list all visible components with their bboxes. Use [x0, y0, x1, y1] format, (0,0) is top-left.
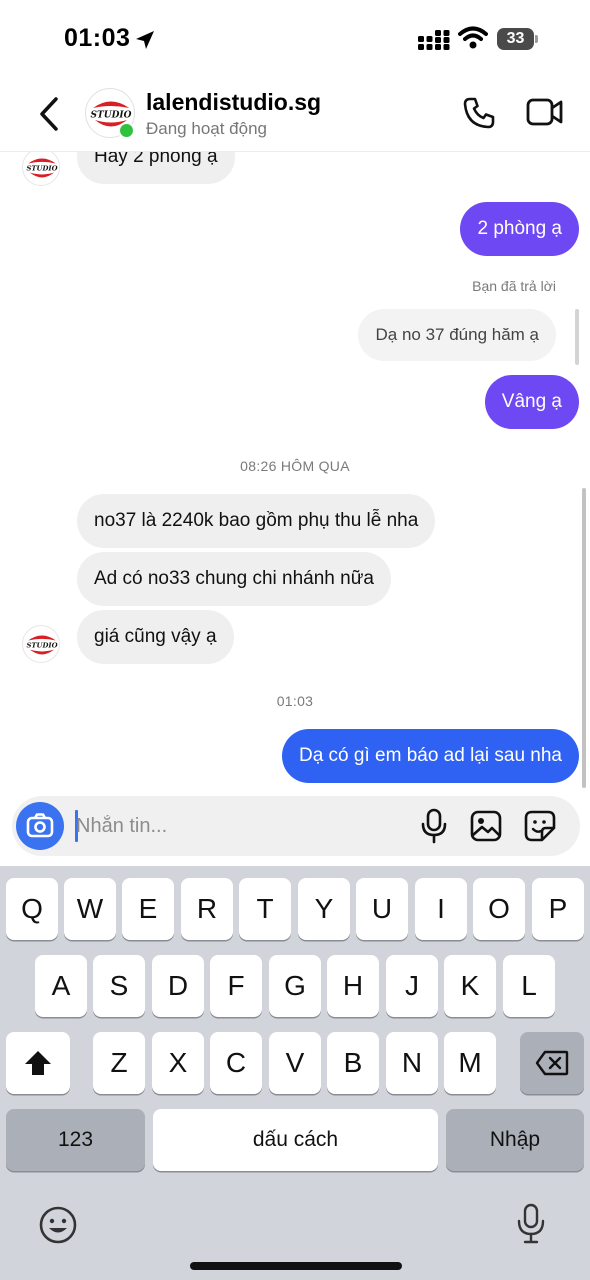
camera-icon: [26, 813, 54, 838]
numbers-key[interactable]: 123: [6, 1109, 145, 1171]
key-n[interactable]: N: [386, 1032, 438, 1094]
status-time: 01:03: [64, 24, 131, 52]
quoted-reply-message[interactable]: Dạ no 37 đúng hăm ạ: [358, 309, 556, 361]
avatar-logo-text: STUDIO: [26, 165, 57, 173]
battery-tip: [535, 35, 538, 43]
chat-header: STUDIO lalendistudio.sg Đang hoạt động: [0, 80, 590, 152]
key-w[interactable]: W: [64, 878, 116, 940]
key-d[interactable]: D: [152, 955, 204, 1017]
online-status-dot: [118, 122, 135, 139]
camera-button[interactable]: [16, 802, 64, 850]
cellular-signal-icon: [418, 30, 450, 50]
home-indicator[interactable]: [190, 1262, 402, 1270]
return-key[interactable]: Nhập: [446, 1109, 584, 1171]
key-o[interactable]: O: [473, 878, 525, 940]
microphone-icon[interactable]: [420, 808, 448, 844]
reply-indicator-label: Bạn đã trả lời: [472, 278, 556, 294]
backspace-key[interactable]: [520, 1032, 584, 1094]
dictation-microphone-icon[interactable]: [515, 1203, 547, 1245]
message-incoming[interactable]: Hay 2 phòng ạ: [77, 152, 235, 184]
key-i[interactable]: I: [415, 878, 467, 940]
message-outgoing[interactable]: 2 phòng ạ: [460, 202, 579, 256]
shift-arrow-icon: [25, 1051, 51, 1075]
key-y[interactable]: Y: [298, 878, 350, 940]
key-f[interactable]: F: [210, 955, 262, 1017]
key-q[interactable]: Q: [6, 878, 58, 940]
wifi-icon: [458, 26, 488, 49]
key-r[interactable]: R: [181, 878, 233, 940]
message-timestamp: 08:26 HÔM QUA: [240, 458, 350, 474]
key-e[interactable]: E: [122, 878, 174, 940]
video-call-icon[interactable]: [526, 97, 564, 127]
message-composer: [12, 796, 580, 856]
shift-key[interactable]: [6, 1032, 70, 1094]
message-incoming[interactable]: no37 là 2240k bao gồm phụ thu lễ nha: [77, 494, 436, 548]
contact-activity-status: Đang hoạt động: [146, 119, 267, 138]
key-t[interactable]: T: [239, 878, 291, 940]
message-timestamp: 01:03: [276, 693, 314, 709]
message-thread[interactable]: STUDIO Hay 2 phòng ạ 2 phòng ạ Bạn đã tr…: [0, 152, 590, 792]
key-l[interactable]: L: [503, 955, 555, 1017]
key-k[interactable]: K: [444, 955, 496, 1017]
back-chevron-icon[interactable]: [34, 94, 64, 134]
key-x[interactable]: X: [152, 1032, 204, 1094]
backspace-icon: [535, 1050, 569, 1076]
onscreen-keyboard: Q W E R T Y U I O P A S D F G H J K L Z …: [0, 866, 590, 1280]
key-s[interactable]: S: [93, 955, 145, 1017]
key-p[interactable]: P: [532, 878, 584, 940]
key-g[interactable]: G: [269, 955, 321, 1017]
avatar-logo-text: STUDIO: [26, 642, 57, 650]
message-outgoing[interactable]: Vâng ạ: [484, 375, 579, 429]
reply-quote-bar: [575, 309, 579, 365]
space-key[interactable]: dấu cách: [153, 1109, 438, 1171]
battery-level: 33: [497, 28, 534, 50]
message-incoming[interactable]: Ad có no33 chung chi nhánh nữa: [77, 552, 391, 606]
phone-call-icon[interactable]: [462, 96, 496, 130]
studio-logo-icon: STUDIO: [26, 635, 58, 655]
emoji-icon[interactable]: [38, 1205, 78, 1245]
key-b[interactable]: B: [327, 1032, 379, 1094]
studio-logo-icon: STUDIO: [26, 158, 58, 178]
message-outgoing[interactable]: Dạ có gì em báo ad lại sau nha: [281, 729, 579, 783]
sticker-icon[interactable]: [524, 810, 556, 842]
avatar-logo-text: STUDIO: [91, 111, 132, 121]
status-bar: 01:03 33: [0, 0, 590, 80]
key-v[interactable]: V: [269, 1032, 321, 1094]
scrollbar[interactable]: [582, 488, 586, 788]
sender-avatar[interactable]: STUDIO: [22, 625, 60, 663]
sender-avatar[interactable]: STUDIO: [22, 152, 60, 186]
key-u[interactable]: U: [356, 878, 408, 940]
message-input[interactable]: [76, 796, 406, 856]
key-h[interactable]: H: [327, 955, 379, 1017]
key-a[interactable]: A: [35, 955, 87, 1017]
battery-indicator: 33: [497, 28, 539, 50]
location-arrow-icon: [136, 31, 154, 49]
key-c[interactable]: C: [210, 1032, 262, 1094]
key-z[interactable]: Z: [93, 1032, 145, 1094]
key-m[interactable]: M: [444, 1032, 496, 1094]
message-incoming[interactable]: giá cũng vậy ạ: [77, 610, 234, 664]
contact-name[interactable]: lalendistudio.sg: [146, 89, 321, 116]
key-j[interactable]: J: [386, 955, 438, 1017]
gallery-image-icon[interactable]: [470, 810, 502, 842]
